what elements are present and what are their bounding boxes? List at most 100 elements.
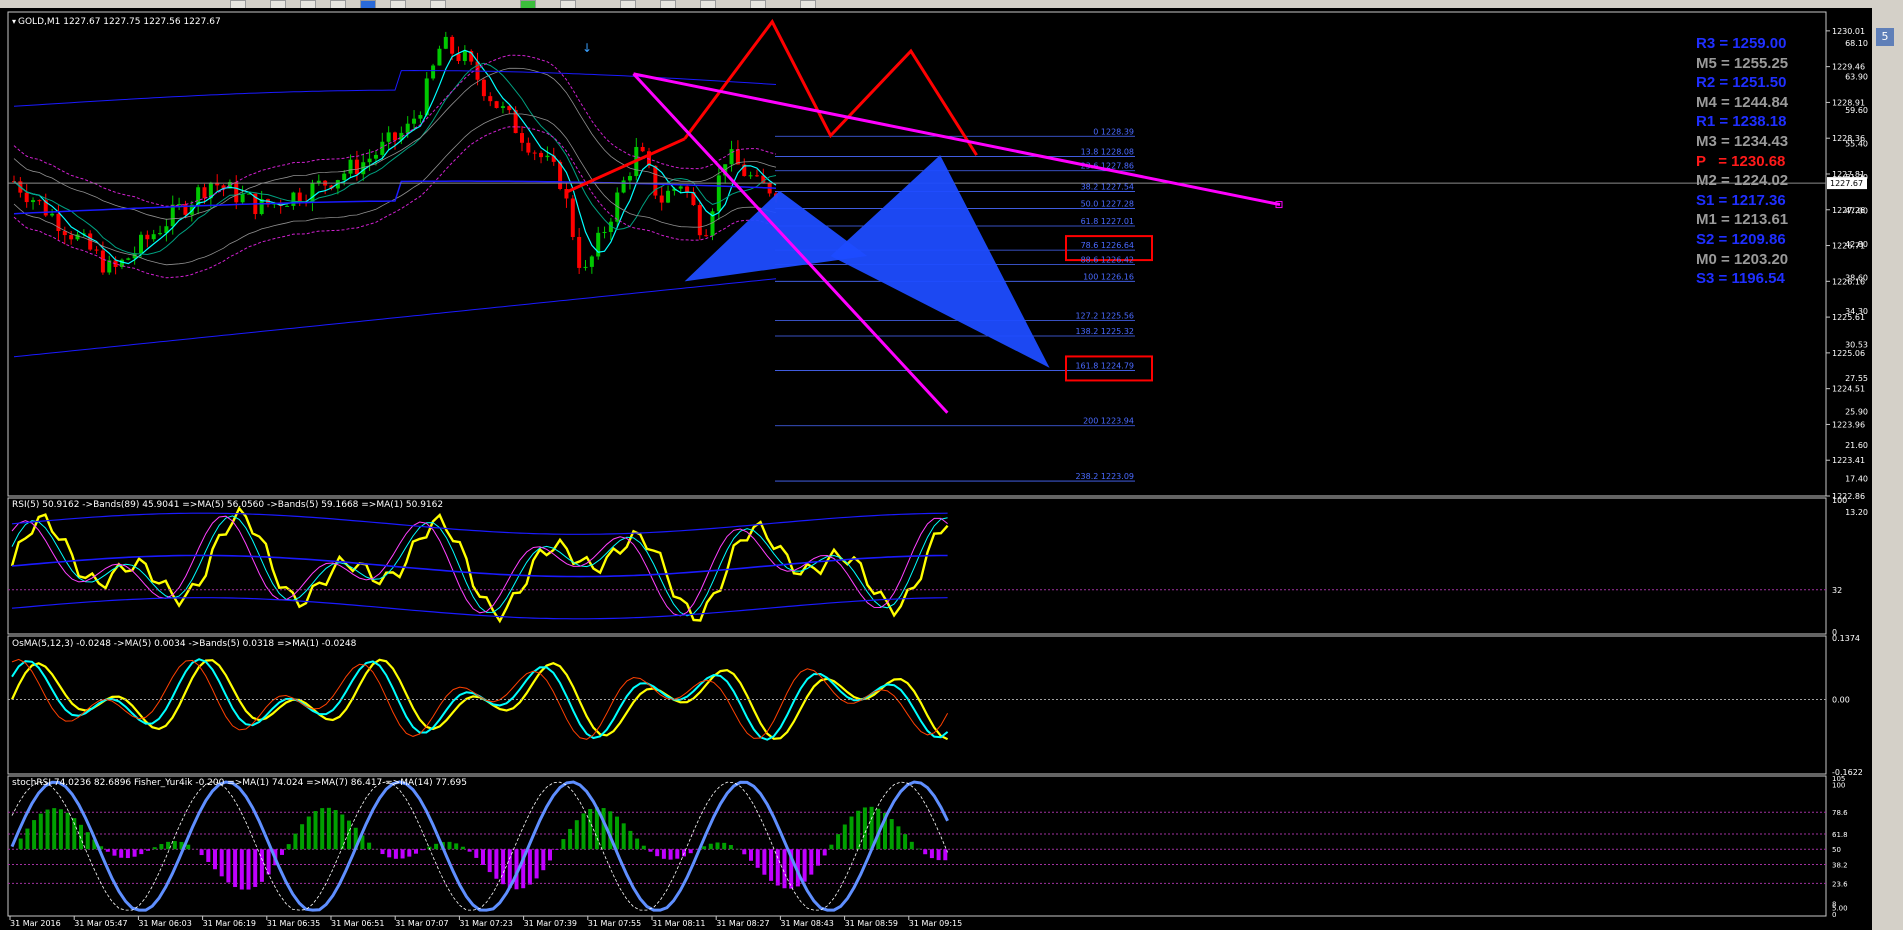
- price-candle: [481, 79, 486, 97]
- y-tick-label: 1230.01: [1832, 27, 1865, 36]
- stoch-histogram-bar: [246, 849, 251, 890]
- stoch-histogram-bar: [715, 842, 720, 850]
- price-candle: [94, 249, 99, 251]
- stoch-histogram-bar: [601, 808, 606, 850]
- stoch-histogram-bar: [119, 849, 124, 858]
- price-candle: [418, 115, 423, 119]
- stoch-histogram-bar: [708, 843, 713, 850]
- stoch-histogram-bar: [320, 808, 325, 850]
- secondary-scale-label: 13.20: [1845, 508, 1868, 517]
- stoch-histogram-bar: [474, 849, 479, 858]
- collapse-icon[interactable]: ▾: [12, 17, 16, 26]
- secondary-scale-label: 68.10: [1845, 39, 1868, 48]
- price-candle: [196, 187, 201, 205]
- stoch-histogram-bar: [836, 834, 841, 850]
- stoch-histogram-bar: [313, 811, 318, 850]
- price-candle: [450, 36, 455, 54]
- stoch-histogram-bar: [762, 849, 767, 875]
- price-candle: [621, 180, 626, 193]
- stoch-tick-label: 0: [1832, 911, 1836, 919]
- price-candle: [297, 192, 302, 203]
- price-candle: [151, 234, 156, 240]
- price-candle: [627, 176, 632, 181]
- price-candle: [666, 190, 671, 203]
- price-candle: [348, 159, 353, 174]
- price-candle: [443, 36, 448, 49]
- stoch-histogram-bar: [186, 844, 191, 850]
- price-candle: [577, 236, 582, 268]
- fib-label: 161.8 1224.79: [1075, 361, 1134, 370]
- stoch-histogram-bar: [286, 844, 291, 850]
- stoch-histogram-bar: [903, 834, 908, 850]
- stoch-histogram-bar: [414, 849, 418, 854]
- stoch-histogram-bar: [18, 838, 23, 850]
- stoch-histogram-bar: [293, 833, 298, 850]
- stoch-histogram-bar: [226, 849, 231, 883]
- stoch-histogram-bar: [728, 845, 733, 850]
- x-tick-label: 31 Mar 05:47: [74, 919, 127, 928]
- stoch-histogram-bar: [742, 849, 747, 855]
- stoch-histogram-bar: [253, 849, 258, 887]
- stoch-histogram-bar: [648, 849, 653, 852]
- stoch-histogram-bar: [239, 849, 244, 890]
- price-candle: [520, 133, 524, 143]
- stoch-histogram-bar: [65, 812, 70, 850]
- stoch-histogram-bar: [85, 832, 90, 850]
- stoch-histogram-bar: [615, 816, 619, 850]
- stoch-histogram-bar: [420, 849, 425, 851]
- stoch-tick-label: 38.2: [1832, 862, 1848, 870]
- stoch-histogram-bar: [105, 849, 110, 852]
- fib-label: 238.2 1223.09: [1075, 472, 1134, 481]
- x-tick-label: 31 Mar 08:11: [652, 919, 705, 928]
- stoch-histogram-bar: [702, 846, 707, 850]
- x-tick-label: 31 Mar 06:51: [331, 919, 384, 928]
- price-candle: [170, 204, 175, 227]
- stoch-histogram-bar: [755, 849, 760, 868]
- price-candle: [31, 200, 36, 203]
- price-candle: [456, 53, 461, 62]
- x-tick-label: 31 Mar 07:23: [459, 919, 512, 928]
- stoch-histogram-bar: [152, 847, 157, 850]
- price-candle: [145, 234, 150, 240]
- price-candle: [729, 149, 734, 165]
- price-candle: [500, 106, 505, 108]
- price-candle: [659, 195, 664, 203]
- window-button[interactable]: 5: [1876, 28, 1894, 46]
- price-candle: [139, 234, 143, 254]
- stoch-histogram-bar: [467, 849, 472, 852]
- chart-canvas[interactable]: 0 1228.3913.8 1228.0823.6 1227.8638.2 12…: [0, 8, 1872, 930]
- secondary-scale-label: 17.40: [1845, 475, 1868, 484]
- price-candle: [570, 198, 575, 237]
- price-candle: [754, 175, 759, 177]
- stoch-histogram-bar: [541, 849, 546, 871]
- x-tick-label: 31 Mar 06:03: [138, 919, 191, 928]
- price-candle: [393, 132, 397, 141]
- stoch-histogram-bar: [266, 849, 271, 875]
- price-candle: [431, 65, 436, 79]
- price-candle: [126, 258, 131, 260]
- stoch-histogram-bar: [25, 828, 30, 850]
- price-candle: [386, 132, 391, 142]
- fib-label: 200 1223.94: [1083, 417, 1134, 426]
- stoch-histogram-bar: [675, 849, 680, 859]
- x-tick-label: 31 Mar 07:39: [524, 919, 577, 928]
- price-candle: [100, 250, 105, 273]
- pivot-level-label: M0 = 1203.20: [1696, 250, 1789, 268]
- stoch-histogram-bar: [749, 849, 753, 861]
- stoch-histogram-bar: [112, 849, 117, 856]
- stoch-histogram-bar: [655, 849, 660, 857]
- stoch-histogram-bar: [233, 849, 238, 888]
- stoch-histogram-bar: [896, 826, 901, 850]
- stoch-histogram-bar: [300, 824, 305, 850]
- price-tag-label: 1227.67: [1830, 179, 1863, 188]
- stoch-histogram-bar: [548, 849, 552, 861]
- price-candle: [240, 194, 245, 203]
- price-candle: [37, 200, 42, 202]
- stoch-histogram-bar: [688, 849, 693, 854]
- fib-label: 100 1226.16: [1083, 272, 1134, 281]
- price-candle: [685, 186, 690, 193]
- x-tick-label: 31 Mar 08:27: [716, 919, 769, 928]
- stoch-histogram-bar: [434, 843, 439, 850]
- stoch-histogram-bar: [554, 849, 559, 850]
- pivot-level-label: R3 = 1259.00: [1696, 35, 1787, 52]
